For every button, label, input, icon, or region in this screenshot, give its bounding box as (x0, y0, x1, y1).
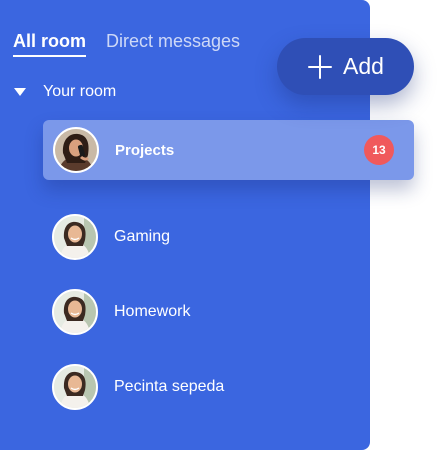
room-label: Homework (114, 303, 191, 320)
add-button-label: Add (343, 53, 384, 79)
room-item-gaming[interactable]: Gaming (52, 214, 170, 260)
unread-count-badge: 13 (364, 135, 394, 165)
room-item-pecinta-sepeda[interactable]: Pecinta sepeda (52, 364, 224, 410)
caret-down-icon (13, 85, 27, 99)
avatar (52, 289, 98, 335)
room-label: Projects (115, 141, 175, 159)
tab-all-room[interactable]: All room (13, 30, 87, 57)
your-room-section-toggle[interactable]: Your room (13, 83, 116, 101)
tab-direct-messages[interactable]: Direct messages (106, 30, 240, 52)
add-room-button[interactable]: Add (277, 38, 414, 95)
room-tabs: All room Direct messages (13, 30, 240, 57)
avatar (53, 127, 99, 173)
avatar (52, 364, 98, 410)
section-label: Your room (43, 83, 117, 100)
chat-room-widget: All room Direct messages Your room Gamin… (0, 0, 438, 450)
room-label: Gaming (114, 228, 171, 245)
room-label: Pecinta sepeda (114, 378, 225, 395)
plus-icon (307, 54, 333, 80)
room-item-homework[interactable]: Homework (52, 289, 190, 335)
avatar (52, 214, 98, 260)
room-item-projects[interactable]: Projects 13 (43, 120, 414, 180)
